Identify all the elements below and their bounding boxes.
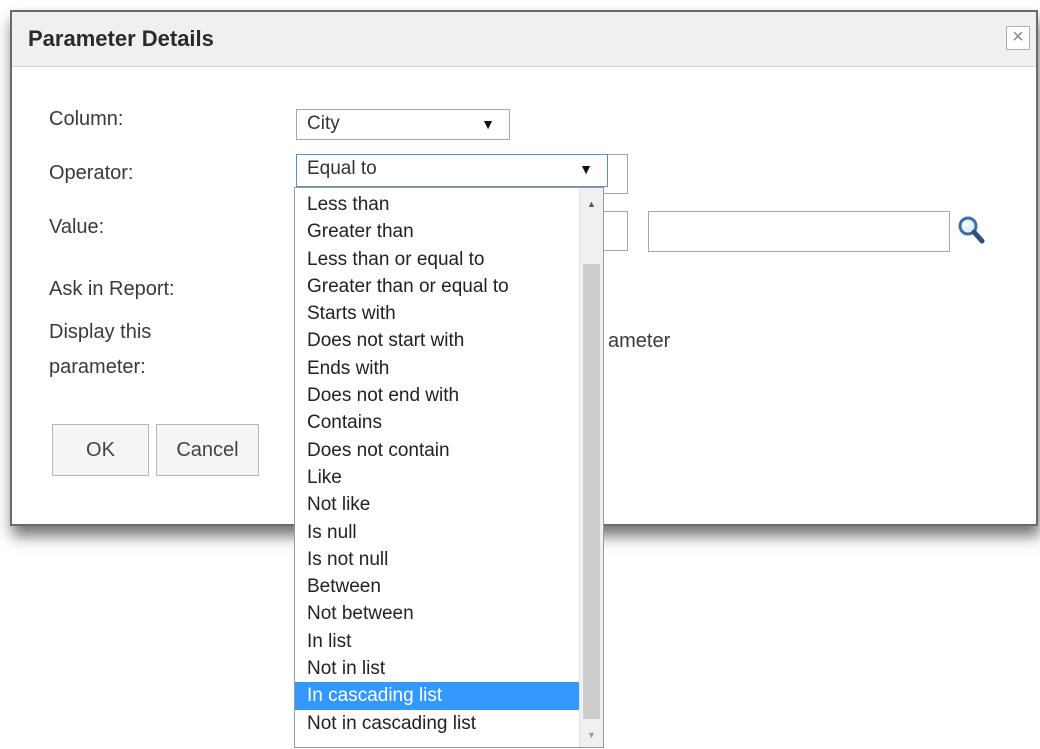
value-second-input[interactable] [648, 211, 950, 252]
dropdown-option[interactable]: Ends with [295, 355, 579, 382]
display-parameter-checkbox-label: ameter [608, 330, 671, 352]
value-label: Value: [49, 216, 105, 238]
dropdown-option[interactable]: In cascading list [295, 682, 579, 710]
dropdown-option[interactable]: Is not null [295, 546, 579, 573]
column-select-value: City [307, 113, 340, 134]
operator-dropdown-list: Less than Greater than Less than or equal … [294, 187, 604, 748]
chevron-down-icon: ▼ [579, 161, 593, 177]
ok-button[interactable]: OK [52, 424, 149, 476]
dropdown-option[interactable]: Like [295, 464, 579, 491]
operator-label: Operator: [49, 162, 134, 184]
dropdown-option[interactable]: Does not contain [295, 437, 579, 464]
column-label: Column: [49, 108, 124, 130]
dropdown-option[interactable]: Does not start with [295, 327, 579, 354]
dropdown-option[interactable]: Less than [295, 191, 579, 218]
dropdown-option[interactable]: Not like [295, 491, 579, 518]
dropdown-option[interactable]: Does not end with [295, 382, 579, 409]
dialog-titlebar: Parameter Details × [12, 12, 1036, 67]
search-icon[interactable] [956, 214, 986, 246]
dialog-title: Parameter Details [28, 26, 214, 51]
close-icon: × [1012, 26, 1024, 48]
scroll-down-icon[interactable]: ▼ [580, 725, 603, 745]
dropdown-option[interactable]: Contains [295, 409, 579, 436]
dropdown-option[interactable]: Starts with [295, 300, 579, 327]
dropdown-option[interactable]: In list [295, 628, 579, 655]
dropdown-option[interactable]: Greater than or equal to [295, 273, 579, 300]
dropdown-option[interactable]: Less than or equal to [295, 246, 579, 273]
display-parameter-label-line2: parameter: [49, 356, 146, 378]
dropdown-option[interactable]: Between [295, 573, 579, 600]
scroll-up-icon[interactable]: ▲ [580, 194, 603, 214]
dropdown-option[interactable]: Greater than [295, 218, 579, 245]
scrollbar-thumb[interactable] [583, 264, 600, 719]
column-select[interactable]: City ▼ [296, 109, 510, 140]
dropdown-option[interactable]: Is null [295, 519, 579, 546]
operator-select-value: Equal to [307, 158, 377, 179]
chevron-down-icon: ▼ [481, 116, 495, 132]
dropdown-scrollbar[interactable]: ▲ ▼ [579, 188, 603, 747]
dropdown-option[interactable]: Not in list [295, 655, 579, 682]
close-button[interactable]: × [1006, 26, 1030, 50]
display-parameter-label-line1: Display this [49, 321, 152, 343]
operator-select[interactable]: Equal to ▼ [296, 154, 608, 187]
ask-in-report-label: Ask in Report: [49, 278, 175, 300]
operator-options: Less than Greater than Less than or equal … [295, 191, 579, 737]
cancel-button[interactable]: Cancel [156, 424, 259, 476]
dropdown-option[interactable]: Not between [295, 600, 579, 627]
dropdown-option[interactable]: Not in cascading list [295, 710, 579, 737]
